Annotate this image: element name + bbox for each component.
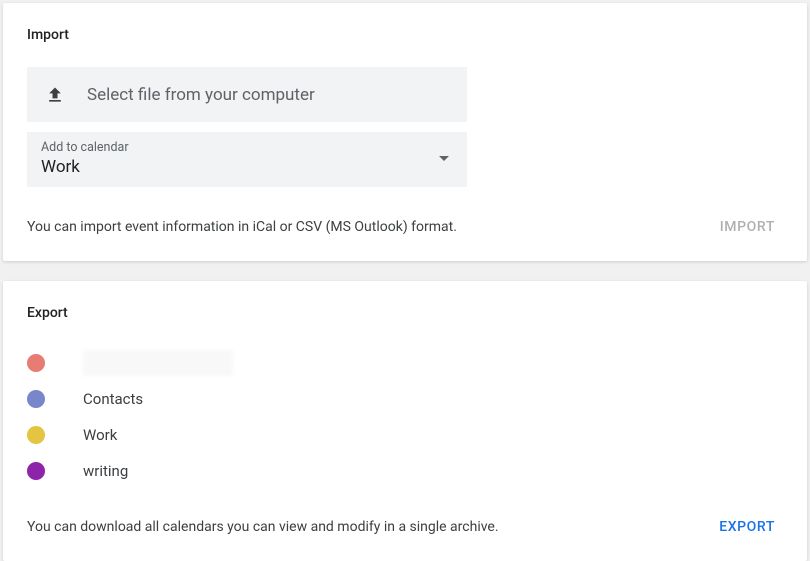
calendar-item [27, 345, 783, 381]
export-button[interactable]: EXPORT [711, 513, 783, 541]
import-footer-text: You can import event information in iCal… [27, 219, 457, 235]
chevron-down-icon [439, 156, 449, 161]
calendar-name: Work [83, 426, 117, 444]
calendar-item: writing [27, 453, 783, 489]
calendar-list: Contacts Work writing [27, 345, 783, 489]
export-card: Export Contacts Work writing You can dow… [3, 281, 807, 561]
calendar-item: Contacts [27, 381, 783, 417]
calendar-item: Work [27, 417, 783, 453]
add-to-calendar-dropdown[interactable]: Add to calendar Work [27, 132, 467, 187]
dropdown-content: Add to calendar Work [41, 140, 439, 177]
upload-icon [45, 85, 65, 105]
file-picker-label: Select file from your computer [87, 85, 315, 105]
calendar-color-dot [27, 462, 45, 480]
dropdown-value: Work [41, 157, 80, 177]
file-picker-button[interactable]: Select file from your computer [27, 67, 467, 122]
dropdown-label: Add to calendar [41, 140, 439, 155]
calendar-color-dot [27, 426, 45, 444]
calendar-name-redacted [83, 350, 233, 376]
import-button[interactable]: IMPORT [712, 213, 783, 241]
import-title: Import [27, 27, 783, 43]
export-footer-text: You can download all calendars you can v… [27, 519, 499, 535]
export-title: Export [27, 305, 783, 321]
export-footer: You can download all calendars you can v… [27, 513, 783, 541]
calendar-color-dot [27, 390, 45, 408]
import-footer: You can import event information in iCal… [27, 213, 783, 241]
calendar-color-dot [27, 354, 45, 372]
calendar-name: Contacts [83, 390, 143, 408]
import-card: Import Select file from your computer Ad… [3, 3, 807, 261]
calendar-name: writing [83, 462, 128, 480]
